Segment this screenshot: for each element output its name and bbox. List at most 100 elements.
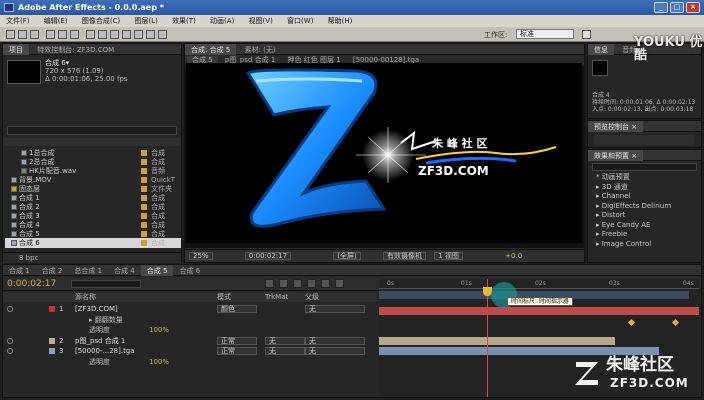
menu-view[interactable]: 视图(V): [243, 15, 279, 26]
current-time-readout[interactable]: 0:00:02:17: [244, 252, 292, 260]
selection-tool-icon[interactable]: [6, 30, 15, 39]
layer-parent-select[interactable]: 无: [305, 305, 365, 313]
layer-name[interactable]: 透明度: [89, 357, 110, 367]
bpc-label[interactable]: 8 bpc: [19, 254, 38, 262]
workspace-select[interactable]: 标准: [516, 29, 574, 39]
property-value[interactable]: 100%: [149, 357, 169, 367]
visibility-eye-icon[interactable]: [7, 306, 13, 312]
pan-behind-tool-icon[interactable]: [70, 30, 79, 39]
shy-layers-icon[interactable]: [293, 279, 302, 288]
time-ruler[interactable]: 0s 01s 02s 03s 04s: [379, 279, 699, 289]
effects-category[interactable]: ▸ Freebie: [588, 230, 701, 240]
effects-category[interactable]: ▸ DigiEffects Delirium: [588, 202, 701, 212]
label-color-chip[interactable]: [141, 213, 147, 219]
label-color-chip[interactable]: [141, 231, 147, 237]
layer-name[interactable]: [ZF3D.COM]: [75, 304, 118, 314]
menu-file[interactable]: 文件(F): [0, 15, 36, 26]
layer-property-row[interactable]: 透明度 100%: [3, 357, 376, 367]
pen-tool-icon[interactable]: [98, 30, 107, 39]
close-button[interactable]: ×: [686, 2, 700, 13]
timeline-timecode[interactable]: 0:00:02:17: [7, 279, 56, 289]
camera-tool-icon[interactable]: [58, 30, 67, 39]
label-color-chip[interactable]: [141, 159, 147, 165]
layer-row[interactable]: 1 [ZF3D.COM] 颜色 无: [3, 304, 376, 314]
effects-category[interactable]: ▸ Eye Candy AE: [588, 221, 701, 231]
project-row[interactable]: 合成 6 合成: [5, 238, 181, 248]
tab-composition[interactable]: 合成: 合成 5: [185, 44, 237, 55]
layer-row[interactable]: 3 [50000-...28].tga 正常无无: [3, 346, 376, 356]
timeline-tab[interactable]: 合成 1: [3, 265, 36, 276]
effects-category[interactable]: ▸ Distort: [588, 211, 701, 221]
effects-category[interactable]: ▸ Channel: [588, 192, 701, 202]
zoom-tool-icon[interactable]: [30, 30, 39, 39]
text-tool-icon[interactable]: [110, 30, 119, 39]
layer-name[interactable]: ▸ 翻翻数量: [89, 315, 123, 325]
exposure-value[interactable]: +0.0: [505, 252, 522, 260]
frame-blending-icon[interactable]: [307, 279, 316, 288]
track-bar-layer3[interactable]: [379, 347, 659, 355]
menu-layer[interactable]: 图层(L): [128, 15, 163, 26]
preview-transport-controls[interactable]: [594, 135, 694, 145]
label-color-chip[interactable]: [141, 195, 147, 201]
layer-mode-select[interactable]: 正常: [217, 336, 257, 345]
timeline-tab[interactable]: 合成 4: [108, 265, 141, 276]
layer-property-row[interactable]: 透明度 100%: [3, 325, 376, 335]
layer-label-color[interactable]: [49, 337, 55, 344]
tab-effects-presets[interactable]: 效果和预置 ×: [588, 150, 644, 161]
menu-effect[interactable]: 效果(T): [166, 15, 202, 26]
hand-tool-icon[interactable]: [18, 30, 27, 39]
effects-category[interactable]: ▸ 3D 通道: [588, 183, 701, 193]
minimize-button[interactable]: _: [654, 2, 668, 13]
layer-trk-select[interactable]: 无: [265, 336, 305, 345]
layer-label-color[interactable]: [49, 348, 55, 354]
brush-tool-icon[interactable]: [122, 30, 131, 39]
tab-info[interactable]: 信息: [588, 44, 614, 55]
label-color-chip[interactable]: [141, 186, 147, 192]
label-color-chip[interactable]: [141, 204, 147, 210]
layer-trk-select[interactable]: 无: [265, 347, 305, 355]
layer-name[interactable]: p图_psd 合成 1: [75, 336, 125, 346]
mask-tool-icon[interactable]: [86, 30, 95, 39]
maximize-button[interactable]: □: [670, 2, 684, 13]
label-color-chip[interactable]: [141, 177, 147, 183]
menu-window[interactable]: 窗口(W): [281, 15, 319, 26]
visibility-eye-icon[interactable]: [7, 337, 13, 344]
menu-help[interactable]: 帮助(H): [322, 15, 359, 26]
tab-project[interactable]: 项目: [3, 44, 29, 55]
menu-composition[interactable]: 图像合成(C): [76, 15, 126, 26]
puppet-tool-icon[interactable]: [158, 30, 167, 39]
label-color-chip[interactable]: [141, 150, 147, 156]
timeline-tab[interactable]: 合成 5: [140, 265, 174, 276]
track-bar-layer2[interactable]: [379, 337, 615, 345]
layer-name[interactable]: 透明度: [89, 325, 110, 335]
resolution-select[interactable]: (全屏): [333, 252, 361, 260]
zoom-select[interactable]: 25%: [189, 252, 213, 260]
rotate-tool-icon[interactable]: [46, 30, 55, 39]
menu-animation[interactable]: 动画(A): [204, 15, 240, 26]
layer-mode-select[interactable]: 正常: [217, 347, 257, 355]
layer-name[interactable]: [50000-...28].tga: [75, 346, 135, 356]
timeline-tab[interactable]: 合成 2: [36, 265, 69, 276]
tab-preview[interactable]: 预览控制台 ×: [588, 121, 644, 132]
project-search-input[interactable]: [7, 126, 177, 135]
menu-edit[interactable]: 编辑(E): [38, 15, 74, 26]
layer-property-row[interactable]: ▸ 翻翻数量: [3, 315, 376, 325]
layer-label-color[interactable]: [49, 306, 55, 312]
label-color-chip[interactable]: [141, 240, 147, 246]
layer-mode-select[interactable]: 颜色: [217, 305, 257, 313]
comp-flowchart-icon[interactable]: [265, 279, 274, 288]
label-color-chip[interactable]: [141, 168, 147, 174]
timeline-search-input[interactable]: [71, 280, 141, 288]
label-color-chip[interactable]: [141, 222, 147, 228]
track-bar-layer1[interactable]: [379, 307, 699, 315]
current-time-indicator[interactable]: [487, 279, 488, 397]
visibility-eye-icon[interactable]: [7, 348, 13, 354]
layer-row[interactable]: 2 p图_psd 合成 1 正常无无: [3, 336, 376, 346]
tab-footage[interactable]: 素材: (无): [239, 44, 282, 55]
draft-3d-icon[interactable]: [279, 279, 288, 288]
layer-parent-select[interactable]: 无: [305, 336, 365, 345]
eraser-tool-icon[interactable]: [146, 30, 155, 39]
property-value[interactable]: 100%: [149, 325, 169, 335]
search-help-icon[interactable]: [582, 30, 591, 39]
effects-search-input[interactable]: [592, 163, 697, 171]
